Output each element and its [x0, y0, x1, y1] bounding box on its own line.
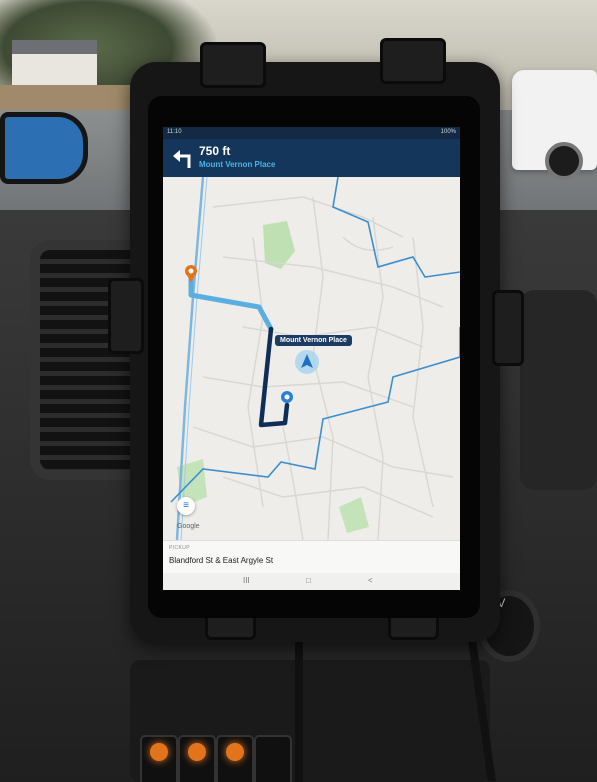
- system-navigation-bar: III □ <: [163, 573, 460, 590]
- pickup-panel[interactable]: PICKUP Blandford St & East Argyle St: [163, 540, 460, 574]
- back-button[interactable]: <: [368, 576, 373, 585]
- photo-scene: 12V 11:10 100% 750 ft Mount Vernon Place: [0, 0, 597, 782]
- turn-left-arrow-icon: [173, 150, 191, 168]
- switch-glow-icon: [188, 743, 206, 761]
- dash-switch-4[interactable]: [254, 735, 292, 782]
- switch-glow-icon: [226, 743, 244, 761]
- route-map[interactable]: [163, 177, 460, 540]
- charging-cable: [295, 628, 303, 782]
- status-time: 11:10: [167, 129, 182, 135]
- fence-background: [0, 85, 140, 113]
- dash-switch-1[interactable]: [140, 735, 178, 782]
- status-bar: 11:10 100%: [163, 127, 460, 139]
- mount-clip-top-left: [200, 42, 266, 88]
- turn-distance: 750 ft: [199, 144, 231, 158]
- dash-switch-2[interactable]: [178, 735, 216, 782]
- pickup-label: PICKUP: [169, 545, 191, 551]
- switch-glow-icon: [150, 743, 168, 761]
- menu-lines-icon[interactable]: ≡: [177, 497, 195, 515]
- mount-clip-top-right: [380, 38, 446, 84]
- side-mirror: [0, 112, 88, 184]
- pickup-address: Blandford St & East Argyle St: [169, 556, 274, 565]
- dash-switch-3[interactable]: [216, 735, 254, 782]
- turn-street-name: Mount Vernon Place: [199, 160, 276, 169]
- mount-clip-right: [492, 290, 524, 366]
- recent-apps-button[interactable]: III: [243, 576, 250, 585]
- tablet-screen: 11:10 100% 750 ft Mount Vernon Place Mou…: [163, 127, 460, 590]
- home-button[interactable]: □: [306, 576, 311, 585]
- vehicle-position-icon: [295, 350, 319, 374]
- van-wheel: [545, 142, 583, 180]
- mount-clip-left: [108, 278, 144, 354]
- location-label: Mount Vernon Place: [275, 335, 352, 346]
- map-attribution: Google: [177, 523, 200, 530]
- navigation-header[interactable]: 750 ft Mount Vernon Place: [163, 139, 460, 177]
- air-vent-right: [520, 290, 597, 490]
- pickup-pin-icon: [281, 391, 293, 403]
- status-battery: 100%: [440, 129, 456, 135]
